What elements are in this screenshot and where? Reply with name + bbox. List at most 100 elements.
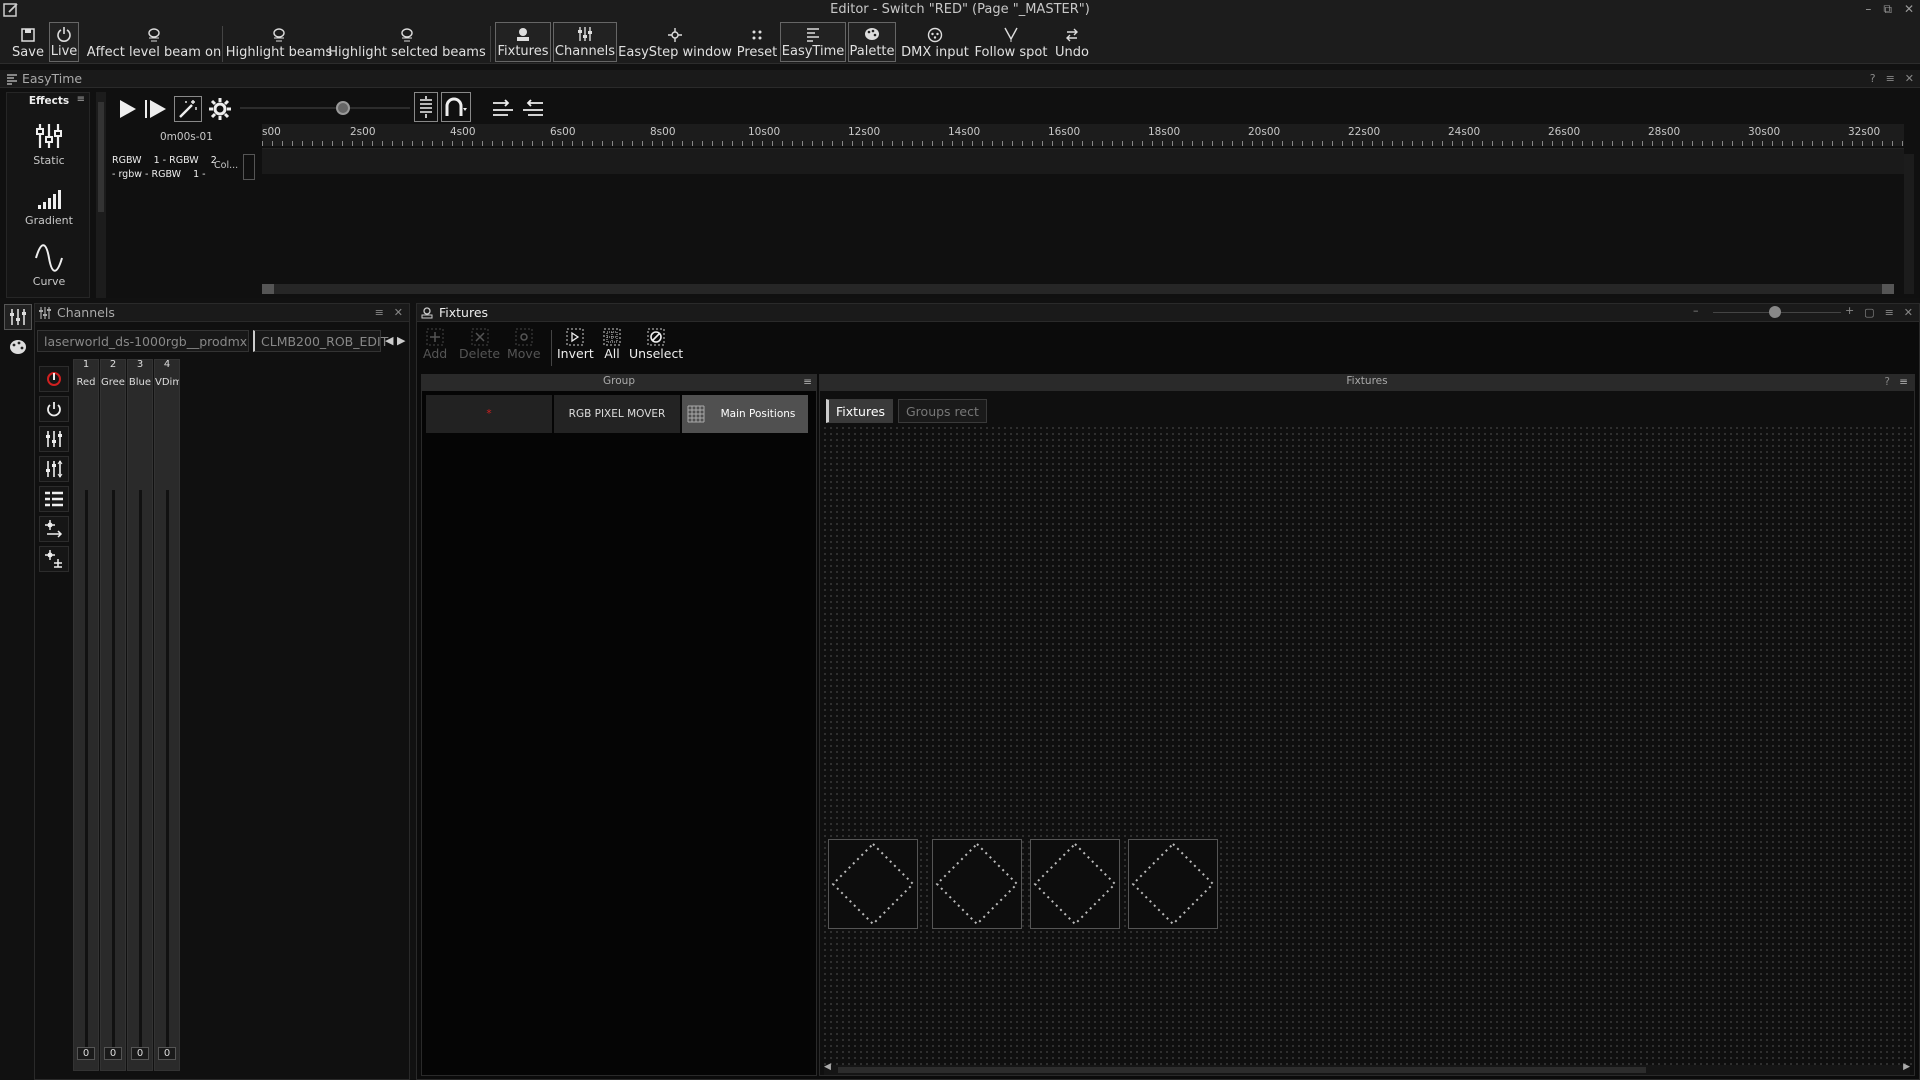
magic-wand-button[interactable]: [174, 96, 202, 122]
easytime-title: EasyTime: [22, 71, 83, 86]
dmx-input-button[interactable]: DMX input: [900, 22, 970, 62]
group-rgb-pixel-mover[interactable]: RGB PIXEL MOVER: [554, 395, 680, 433]
follow-spot-button[interactable]: Follow spot: [974, 22, 1048, 62]
fixture-icon: [515, 24, 531, 44]
group-all-button[interactable]: *: [426, 395, 552, 433]
channel-fader[interactable]: 1 Red 0: [73, 359, 99, 1071]
gear-icon[interactable]: [208, 97, 232, 121]
beam-icon: [398, 25, 416, 45]
menu-icon[interactable]: ≡: [1885, 306, 1894, 319]
play-step-icon[interactable]: [144, 98, 168, 120]
effect-static[interactable]: Static: [7, 121, 91, 167]
menu-icon[interactable]: ≡: [803, 376, 812, 388]
fixture-tab-clmb200[interactable]: CLMB200_ROB_EDIT: [253, 330, 388, 352]
group-main-positions[interactable]: Main Positions: [682, 395, 808, 433]
grid-icon: [687, 405, 705, 423]
track-name[interactable]: RGBW 1 - RGBW 2 - rgbw - RGBW 1 -: [112, 154, 217, 182]
zoom-slider[interactable]: [240, 101, 410, 115]
highlight-selected-beams-button[interactable]: Highlight selcted beams: [328, 22, 486, 62]
fader-track[interactable]: [112, 490, 115, 1050]
affect-level-beam-button[interactable]: Affect level beam on: [87, 22, 221, 62]
fixtures-toggle-button[interactable]: Fixtures: [495, 22, 551, 62]
fixture-view-hscrollbar[interactable]: ◀ ▶: [824, 1062, 1910, 1075]
preset-button[interactable]: Preset: [734, 22, 780, 62]
reset-channel-button[interactable]: [39, 366, 69, 392]
close-icon[interactable]: ✕: [1904, 2, 1914, 17]
fixture-item[interactable]: [828, 839, 918, 929]
fader-track[interactable]: [166, 490, 169, 1050]
move-fixture-button[interactable]: Move: [507, 328, 541, 361]
channels-toggle-button[interactable]: Channels: [553, 22, 617, 62]
dock-tab-palette[interactable]: [4, 334, 32, 360]
tab-scroll-left-icon[interactable]: ◀: [385, 334, 393, 347]
save-button[interactable]: Save: [10, 22, 46, 62]
zoom-slider-handle[interactable]: [336, 101, 350, 115]
sliders-adjust-button[interactable]: [39, 456, 69, 482]
magnet-button[interactable]: [441, 92, 471, 122]
channel-fader[interactable]: 4 VDim 0: [154, 359, 180, 1071]
lines-in-icon[interactable]: [492, 98, 514, 118]
ruler-tick: s00: [262, 126, 281, 138]
tab-groups-rect[interactable]: Groups rect: [898, 399, 987, 423]
close-icon[interactable]: ✕: [1904, 306, 1913, 319]
menu-icon[interactable]: ≡: [77, 94, 85, 105]
fader-track[interactable]: [85, 490, 88, 1050]
easytime-toggle-button[interactable]: EasyTime: [780, 22, 846, 62]
unselect-button[interactable]: Unselect: [629, 328, 683, 361]
snap-lines-button[interactable]: [414, 92, 438, 122]
channel-fader[interactable]: 3 Blue 0: [127, 359, 153, 1071]
ruler-tick: 20s00: [1248, 126, 1281, 138]
fader-track[interactable]: [139, 490, 142, 1050]
live-button[interactable]: Live: [49, 22, 79, 62]
menu-icon[interactable]: ≡: [375, 306, 384, 319]
fixture-zoom-slider[interactable]: – +: [1693, 304, 1854, 318]
timeline-vscrollbar[interactable]: [1904, 154, 1914, 294]
help-icon[interactable]: ?: [1884, 376, 1890, 388]
sliders-view-button[interactable]: [39, 426, 69, 452]
close-icon[interactable]: ✕: [394, 306, 403, 319]
help-icon[interactable]: ?: [1870, 72, 1876, 85]
play-icon[interactable]: [116, 98, 138, 120]
ruler-tick: 32s00: [1848, 126, 1881, 138]
undo-icon: [1064, 25, 1080, 45]
tab-fixtures[interactable]: Fixtures: [826, 399, 894, 423]
fixture-zoom-handle[interactable]: [1769, 306, 1781, 318]
close-icon[interactable]: ✕: [1905, 72, 1914, 85]
add-fixture-button[interactable]: Add: [423, 328, 447, 361]
effects-scrollbar[interactable]: [96, 92, 106, 298]
fixture-item[interactable]: [1030, 839, 1120, 929]
effect-curve[interactable]: Curve: [7, 243, 91, 285]
lines-out-icon[interactable]: [522, 98, 544, 118]
restore-icon[interactable]: ⧉: [1883, 2, 1892, 17]
fixture-item[interactable]: [1128, 839, 1218, 929]
palette-toggle-button[interactable]: Palette: [848, 22, 896, 62]
power-channel-button[interactable]: [39, 396, 69, 422]
delete-fixture-button[interactable]: Delete: [459, 328, 500, 361]
menu-icon[interactable]: ≡: [1899, 376, 1908, 388]
scene-tool-button[interactable]: [39, 516, 69, 542]
easytime-header: EasyTime ? ≡ ✕: [0, 70, 1920, 88]
highlight-beams-button[interactable]: Highlight beams: [226, 22, 332, 62]
minimize-icon[interactable]: –: [1865, 2, 1871, 17]
effect-gradient[interactable]: Gradient: [7, 187, 91, 227]
fixture-tab-laserworld[interactable]: laserworld_ds-1000rgb__prodmx: [37, 330, 249, 352]
gradient-effect-icon: [38, 190, 61, 209]
tab-scroll-right-icon[interactable]: ▶: [397, 334, 405, 347]
timeline-ruler[interactable]: s00 2s00 4s00 6s00 8s00 10s00 12s00 14s0…: [262, 124, 1904, 146]
maximize-icon[interactable]: ▢: [1864, 306, 1874, 319]
timeline-scrollbar[interactable]: [262, 284, 1894, 294]
easystep-window-button[interactable]: EasyStep window: [618, 22, 732, 62]
channel-fader[interactable]: 2 Green 0: [100, 359, 126, 1071]
fixture-grid[interactable]: [822, 425, 1912, 1065]
fixture-item[interactable]: [932, 839, 1022, 929]
track-link-icon[interactable]: [243, 154, 255, 180]
menu-icon[interactable]: ≡: [1886, 72, 1895, 85]
undo-button[interactable]: Undo: [1052, 22, 1092, 62]
list-view-button[interactable]: [39, 486, 69, 512]
invert-selection-button[interactable]: Invert: [557, 328, 594, 361]
timeline-track[interactable]: [262, 148, 1904, 174]
select-all-button[interactable]: All: [603, 328, 621, 361]
effect-tool-button[interactable]: [39, 546, 69, 572]
dock-tab-channels[interactable]: [4, 304, 32, 330]
ruler-tick: 10s00: [748, 126, 781, 138]
